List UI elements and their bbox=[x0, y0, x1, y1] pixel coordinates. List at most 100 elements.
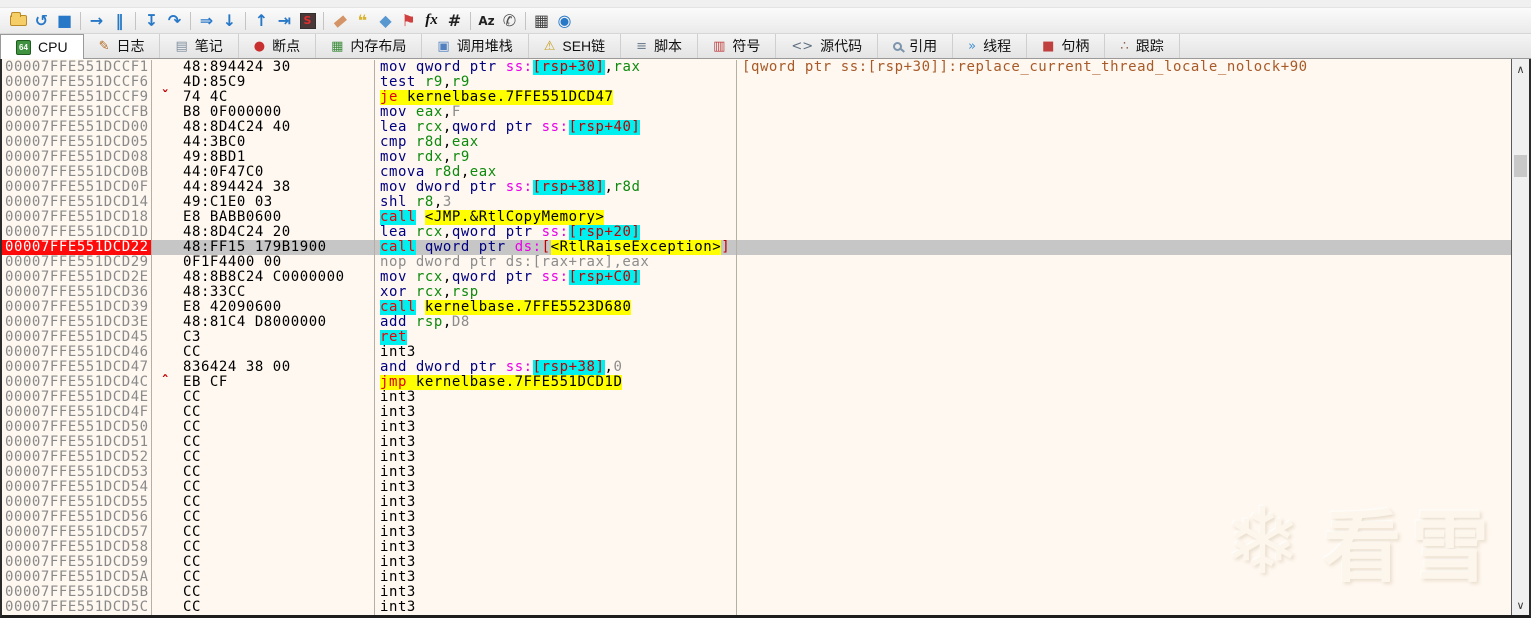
tab-memory-map[interactable]: ▦ 内存布局 bbox=[316, 34, 423, 58]
comment-cell[interactable] bbox=[737, 240, 1511, 255]
bytes-cell[interactable]: CC bbox=[183, 465, 375, 480]
tab-cpu[interactable]: 64 CPU bbox=[0, 34, 84, 59]
comment-cell[interactable] bbox=[737, 360, 1511, 375]
instruction-cell[interactable]: je kernelbase.7FFE551DCD47 bbox=[375, 90, 737, 105]
instruction-cell[interactable]: int3 bbox=[375, 510, 737, 525]
address-cell[interactable]: 00007FFE551DCD5A bbox=[2, 570, 152, 585]
address-cell[interactable]: 00007FFE551DCCF9 bbox=[2, 90, 152, 105]
instruction-cell[interactable]: mov rcx,qword ptr ss:[rsp+C0] bbox=[375, 270, 737, 285]
instruction-cell[interactable]: int3 bbox=[375, 435, 737, 450]
disasm-row[interactable]: 00007FFE551DCD18 E8 BABB0600 call <JMP.&Rt… bbox=[2, 210, 1511, 225]
address-cell[interactable]: 00007FFE551DCD51 bbox=[2, 435, 152, 450]
instruction-cell[interactable]: nop dword ptr ds:[rax+rax],eax bbox=[375, 255, 737, 270]
disasm-row[interactable]: 00007FFE551DCD36 48:33CC xor rcx,rsp bbox=[2, 285, 1511, 300]
instruction-cell[interactable]: mov eax,F bbox=[375, 105, 737, 120]
bytes-cell[interactable]: 48:33CC bbox=[183, 285, 375, 300]
pause-icon[interactable]: ‖ bbox=[108, 10, 131, 31]
comment-cell[interactable] bbox=[737, 195, 1511, 210]
bytes-cell[interactable]: CC bbox=[183, 405, 375, 420]
comment-cell[interactable] bbox=[737, 120, 1511, 135]
run-icon[interactable]: → bbox=[85, 10, 108, 31]
help-online-icon[interactable]: ◉ bbox=[553, 10, 576, 31]
tab-references[interactable]: 引用 bbox=[878, 34, 954, 58]
address-cell-breakpoint[interactable]: 00007FFE551DCD22 bbox=[2, 240, 152, 255]
instruction-cell[interactable]: mov dword ptr ss:[rsp+38],r8d bbox=[375, 180, 737, 195]
instruction-cell[interactable]: int3 bbox=[375, 495, 737, 510]
comment-cell[interactable] bbox=[737, 585, 1511, 600]
address-cell[interactable]: 00007FFE551DCD29 bbox=[2, 255, 152, 270]
tab-handles[interactable]: ■ 句柄 bbox=[1027, 34, 1106, 58]
instruction-cell[interactable]: int3 bbox=[375, 540, 737, 555]
address-cell[interactable]: 00007FFE551DCD57 bbox=[2, 525, 152, 540]
address-cell[interactable]: 00007FFE551DCD0B bbox=[2, 165, 152, 180]
disasm-row[interactable]: 00007FFE551DCD0B 44:0F47C0 cmova r8d,eax bbox=[2, 165, 1511, 180]
bytes-cell[interactable]: CC bbox=[183, 570, 375, 585]
disasm-row[interactable]: 00007FFE551DCD4C ˆ EB CF jmp kernelbase.7FF… bbox=[2, 375, 1511, 390]
address-cell[interactable]: 00007FFE551DCD4C bbox=[2, 375, 152, 390]
restart-icon[interactable]: ↺ bbox=[30, 10, 53, 31]
step-over-icon[interactable]: ↷ bbox=[163, 10, 186, 31]
comment-cell[interactable] bbox=[737, 315, 1511, 330]
bytes-cell[interactable]: 48:FF15 179B1900 bbox=[183, 240, 375, 255]
bytes-cell[interactable]: 49:8BD1 bbox=[183, 150, 375, 165]
address-cell[interactable]: 00007FFE551DCD36 bbox=[2, 285, 152, 300]
comment-cell[interactable] bbox=[737, 285, 1511, 300]
open-file-icon[interactable] bbox=[7, 10, 30, 31]
instruction-cell[interactable]: int3 bbox=[375, 480, 737, 495]
instruction-cell[interactable]: jmp kernelbase.7FFE551DCD1D bbox=[375, 375, 737, 390]
bytes-cell[interactable]: 74 4C bbox=[183, 90, 375, 105]
bytes-cell[interactable]: CC bbox=[183, 555, 375, 570]
comment-cell[interactable] bbox=[737, 270, 1511, 285]
instruction-cell[interactable]: call <JMP.&RtlCopyMemory> bbox=[375, 210, 737, 225]
address-cell[interactable]: 00007FFE551DCD45 bbox=[2, 330, 152, 345]
bytes-cell[interactable]: 836424 38 00 bbox=[183, 360, 375, 375]
address-cell[interactable]: 00007FFE551DCD54 bbox=[2, 480, 152, 495]
comment-cell[interactable] bbox=[737, 465, 1511, 480]
bytes-cell[interactable]: CC bbox=[183, 600, 375, 615]
comment-cell[interactable] bbox=[737, 450, 1511, 465]
disasm-row[interactable]: 00007FFE551DCD59 CC int3 bbox=[2, 555, 1511, 570]
comment-cell[interactable] bbox=[737, 600, 1511, 615]
bytes-cell[interactable]: E8 BABB0600 bbox=[183, 210, 375, 225]
comment-cell[interactable]: [qword ptr ss:[rsp+30]]:replace_current_… bbox=[737, 60, 1511, 75]
comment-cell[interactable] bbox=[737, 555, 1511, 570]
bytes-cell[interactable]: 48:81C4 D8000000 bbox=[183, 315, 375, 330]
bytes-cell[interactable]: 44:894424 38 bbox=[183, 180, 375, 195]
calculator-icon[interactable]: ▦ bbox=[530, 10, 553, 31]
instruction-cell[interactable]: int3 bbox=[375, 405, 737, 420]
disasm-row[interactable]: 00007FFE551DCD1D 48:8D4C24 20 lea rcx,qwor… bbox=[2, 225, 1511, 240]
address-cell[interactable]: 00007FFE551DCD50 bbox=[2, 420, 152, 435]
address-cell[interactable]: 00007FFE551DCD05 bbox=[2, 135, 152, 150]
disasm-row[interactable]: 00007FFE551DCD47 836424 38 00 and dword pt… bbox=[2, 360, 1511, 375]
scroll-down-arrow-icon[interactable]: ∨ bbox=[1513, 597, 1528, 613]
bytes-cell[interactable]: 48:8D4C24 40 bbox=[183, 120, 375, 135]
disasm-row[interactable]: 00007FFE551DCD4F CC int3 bbox=[2, 405, 1511, 420]
address-cell[interactable]: 00007FFE551DCD5C bbox=[2, 600, 152, 615]
comment-cell[interactable] bbox=[737, 165, 1511, 180]
bytes-cell[interactable]: CC bbox=[183, 435, 375, 450]
instruction-cell[interactable]: call kernelbase.7FFE5523D680 bbox=[375, 300, 737, 315]
instruction-cell[interactable]: mov qword ptr ss:[rsp+30],rax bbox=[375, 60, 737, 75]
run-to-selection-icon[interactable]: ↓ bbox=[218, 10, 241, 31]
comment-cell[interactable] bbox=[737, 225, 1511, 240]
disasm-row[interactable]: 00007FFE551DCCFB B8 0F000000 mov eax,F bbox=[2, 105, 1511, 120]
comment-cell[interactable] bbox=[737, 135, 1511, 150]
address-cell[interactable]: 00007FFE551DCD39 bbox=[2, 300, 152, 315]
tab-source[interactable]: <> 源代码 bbox=[776, 34, 879, 58]
address-cell[interactable]: 00007FFE551DCD5B bbox=[2, 585, 152, 600]
bytes-cell[interactable]: CC bbox=[183, 510, 375, 525]
instruction-cell[interactable]: mov rdx,r9 bbox=[375, 150, 737, 165]
scrollbar-thumb[interactable] bbox=[1514, 155, 1527, 177]
bytes-cell[interactable]: B8 0F000000 bbox=[183, 105, 375, 120]
animate-stop-icon[interactable]: S bbox=[296, 10, 319, 31]
tab-breakpoints[interactable]: ● 断点 bbox=[239, 34, 317, 58]
font-settings-icon[interactable]: Az bbox=[475, 10, 498, 31]
bytes-cell[interactable]: CC bbox=[183, 420, 375, 435]
instruction-cell[interactable]: test r9,r9 bbox=[375, 75, 737, 90]
comment-cell[interactable] bbox=[737, 345, 1511, 360]
disasm-row[interactable]: 00007FFE551DCD39 E8 42090600 call kernelba… bbox=[2, 300, 1511, 315]
address-cell[interactable]: 00007FFE551DCD53 bbox=[2, 465, 152, 480]
disasm-row[interactable]: 00007FFE551DCD4E CC int3 bbox=[2, 390, 1511, 405]
comment-cell[interactable] bbox=[737, 405, 1511, 420]
comment-cell[interactable] bbox=[737, 390, 1511, 405]
